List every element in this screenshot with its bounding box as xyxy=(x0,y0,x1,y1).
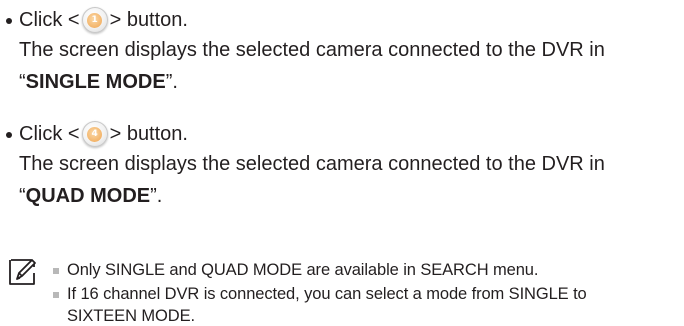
click-suffix: > button. xyxy=(109,123,188,145)
bullet-dot xyxy=(6,132,12,138)
mode-name-single: SINGLE MODE xyxy=(25,71,166,93)
note-text-continued: SIXTEEN MODE. xyxy=(67,307,195,325)
note-text: If 16 channel DVR is connected, you can … xyxy=(67,285,587,303)
click-prefix: Click < xyxy=(19,123,80,145)
instruction-click-4: Click < 4 > button. xyxy=(6,121,188,147)
note-pencil-icon xyxy=(9,259,36,285)
click-prefix: Click < xyxy=(19,9,80,31)
description-line: The screen displays the selected camera … xyxy=(19,39,605,61)
single-mode-button[interactable]: 1 xyxy=(81,7,108,33)
button-4-label: 4 xyxy=(87,126,103,142)
mode-line: “QUAD MODE”. xyxy=(19,184,162,208)
mode-line: “SINGLE MODE”. xyxy=(19,70,178,94)
mode-name-quad: QUAD MODE xyxy=(25,185,151,207)
note-bullet-square xyxy=(53,268,59,274)
quote-open: “ xyxy=(19,71,26,93)
quote-close: ”. xyxy=(165,71,178,93)
bullet-dot xyxy=(6,18,12,24)
quad-mode-button[interactable]: 4 xyxy=(81,121,108,147)
instruction-click-1: Click < 1 > button. xyxy=(6,7,188,33)
button-1-label: 1 xyxy=(87,12,103,28)
click-suffix: > button. xyxy=(109,9,188,31)
note-bullet-square xyxy=(53,292,59,298)
description-line: The screen displays the selected camera … xyxy=(19,153,605,175)
note-text: Only SINGLE and QUAD MODE are available … xyxy=(67,261,539,279)
quote-open: “ xyxy=(19,185,26,207)
quote-close: ”. xyxy=(150,185,163,207)
